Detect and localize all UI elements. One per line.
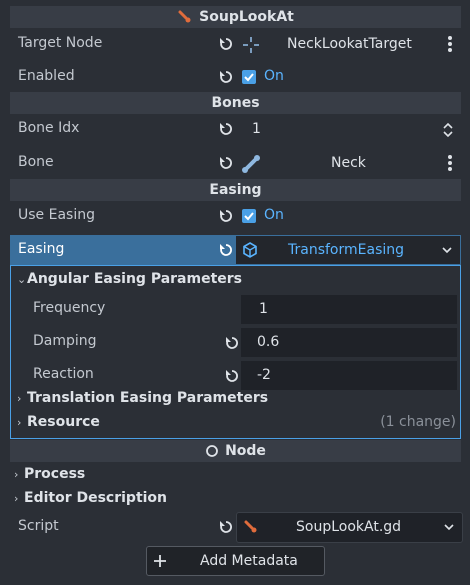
script-file-icon: [244, 520, 257, 533]
use-easing-checkbox[interactable]: [242, 209, 256, 223]
enabled-checkbox[interactable]: [242, 70, 256, 84]
reaction-label: Reaction: [33, 366, 94, 382]
easing-resource-picker[interactable]: TransformEasing: [236, 236, 460, 264]
chevron-down-icon[interactable]: [444, 523, 454, 531]
revert-icon[interactable]: [218, 121, 234, 137]
node-header: Node: [10, 440, 461, 462]
kebab-menu-icon[interactable]: [447, 35, 453, 53]
angular-section-title: Angular Easing Parameters: [27, 271, 243, 287]
bone-idx-label: Bone Idx: [18, 120, 80, 136]
bone-value[interactable]: Neck: [331, 155, 366, 171]
easing-label: Easing: [18, 241, 65, 257]
checkmark-icon: [244, 212, 254, 221]
frequency-input[interactable]: 1: [241, 295, 457, 324]
collapse-arrow-icon: ⌄: [17, 273, 27, 286]
enabled-row: Enabled On: [10, 62, 461, 93]
use-easing-value: On: [264, 207, 284, 223]
expand-arrow-icon: ›: [17, 416, 22, 429]
bone-idx-row: Bone Idx 1: [10, 114, 461, 145]
translation-section-header[interactable]: › Translation Easing Parameters: [17, 390, 268, 406]
bone-label: Bone: [18, 154, 54, 170]
expand-arrow-icon: ›: [14, 492, 19, 505]
script-resource-picker[interactable]: SoupLookAt.gd: [236, 512, 463, 543]
expand-arrow-icon: ›: [14, 468, 19, 481]
checkmark-icon: [244, 73, 254, 82]
spinner-arrows-icon[interactable]: [443, 122, 453, 138]
translation-section-title: Translation Easing Parameters: [27, 390, 269, 406]
frequency-value: 1: [259, 301, 268, 317]
reaction-value: -2: [257, 367, 271, 383]
revert-icon[interactable]: [224, 368, 240, 384]
bones-header-label: Bones: [211, 95, 260, 111]
script-row: Script SoupLookAt.gd: [10, 511, 463, 543]
node-circle-icon: [206, 445, 218, 457]
bone-icon: [242, 155, 260, 173]
bone-row: Bone Neck: [10, 148, 461, 179]
use-easing-label: Use Easing: [18, 207, 95, 223]
easing-header-label: Easing: [209, 182, 262, 198]
use-easing-row: Use Easing On: [10, 201, 461, 232]
revert-icon[interactable]: [218, 208, 234, 224]
node-header-label: Node: [225, 443, 266, 459]
revert-icon[interactable]: [218, 519, 234, 535]
bones-header: Bones: [10, 92, 461, 114]
resource-section-header[interactable]: › Resource (1 change): [17, 414, 456, 430]
frequency-label: Frequency: [33, 300, 106, 316]
editor-description-section-header[interactable]: › Editor Description: [14, 490, 167, 506]
add-metadata-label: Add Metadata: [200, 553, 298, 569]
node-target-icon: [243, 37, 259, 53]
editor-description-label: Editor Description: [24, 490, 168, 506]
kebab-menu-icon[interactable]: [447, 154, 453, 172]
damping-value: 0.6: [257, 334, 280, 350]
bone-idx-value[interactable]: 1: [252, 121, 261, 137]
resource-section-title: Resource: [27, 414, 100, 430]
add-metadata-button[interactable]: Add Metadata: [146, 546, 325, 576]
reaction-row: Reaction -2: [11, 359, 460, 392]
enabled-label: Enabled: [18, 68, 75, 84]
target-node-label: Target Node: [18, 35, 103, 51]
easing-header: Easing: [10, 179, 461, 201]
angular-section-header[interactable]: ⌄Angular Easing Parameters: [17, 271, 242, 287]
target-node-value[interactable]: NeckLookatTarget: [287, 36, 412, 52]
script-value: SoupLookAt.gd: [296, 519, 402, 535]
revert-icon[interactable]: [218, 155, 234, 171]
plus-icon: [154, 555, 166, 567]
resource-changes-count: (1 change): [380, 414, 456, 430]
process-section-header[interactable]: › Process: [14, 466, 85, 482]
resource-cube-icon: [243, 242, 257, 258]
target-node-row: Target Node NeckLookatTarget: [10, 29, 461, 60]
easing-row[interactable]: Easing TransformEasing: [10, 235, 461, 265]
revert-icon[interactable]: [224, 335, 240, 351]
script-label: Script: [18, 518, 59, 534]
damping-label: Damping: [33, 333, 97, 349]
expand-arrow-icon: ›: [17, 392, 22, 405]
chevron-down-icon[interactable]: [442, 246, 452, 254]
revert-icon[interactable]: [218, 36, 234, 52]
damping-row: Damping 0.6: [11, 326, 460, 359]
reaction-input[interactable]: -2: [241, 361, 457, 390]
revert-icon[interactable]: [218, 242, 234, 258]
frequency-row: Frequency 1: [11, 293, 460, 326]
process-label: Process: [24, 466, 86, 482]
enabled-value: On: [264, 68, 284, 84]
damping-input[interactable]: 0.6: [241, 328, 457, 357]
easing-subresource-panel: ⌄Angular Easing Parameters Frequency 1 D…: [10, 265, 461, 439]
script-icon: [178, 10, 191, 23]
easing-value: TransformEasing: [288, 242, 405, 258]
node-title: SoupLookAt: [199, 9, 294, 25]
title-header: SoupLookAt: [10, 6, 461, 28]
revert-icon[interactable]: [218, 69, 234, 85]
